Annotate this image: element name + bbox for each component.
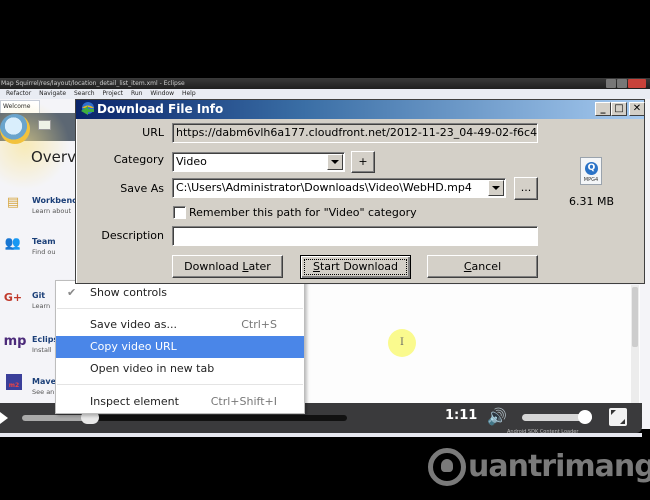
remember-path-label[interactable]: Remember this path for "Video" category [189,206,417,219]
dialog-minimize-button[interactable]: _ [595,102,611,116]
category-dropdown-arrow[interactable] [327,154,343,170]
menu-item-copy-video-url[interactable]: Copy video URL [56,336,304,358]
maven-icon: m2 [6,374,22,390]
welcome-item-team[interactable]: 👥 Team Find ou [0,234,80,274]
welcome-item-desc: Find ou [32,248,56,256]
welcome-item-desc: Learn about [32,207,71,215]
file-type-label: MPG4 [583,177,599,183]
dialog-close-button[interactable]: ✕ [629,102,645,116]
remember-path-checkbox[interactable] [173,206,186,219]
fullscreen-icon[interactable] [609,408,627,426]
menu-item-open-video-new-tab[interactable]: Open video in new tab [56,358,304,380]
screen: Map Squirrel/res/layout/location_detail_… [0,0,650,500]
eclipse-minimize-button[interactable] [606,79,616,88]
dialog-maximize-button[interactable]: □ [611,102,627,116]
checkmark-icon: ✔ [67,286,77,299]
menu-separator [57,308,303,309]
menu-item-label: Save video as... [90,318,178,331]
button-label: ater [248,260,271,273]
marketplace-icon: mp [3,334,27,349]
menu-search[interactable]: Search [74,90,95,97]
file-size: 6.31 MB [569,195,615,208]
menu-window[interactable]: Window [150,90,174,97]
text-cursor-icon: I [400,337,404,348]
menu-item-inspect-element[interactable]: Inspect element Ctrl+Shift+I [56,391,304,413]
menu-item-label: Open video in new tab [90,362,215,375]
dialog-title: Download File Info [97,102,224,116]
eclipse-window-controls [606,79,646,88]
welcome-item-desc: See an [32,388,55,396]
save-as-label: Save As [120,182,164,195]
menu-item-save-video[interactable]: Save video as... Ctrl+S [56,314,304,336]
menu-project[interactable]: Project [102,90,123,97]
lightbulb-logo-icon [428,448,466,486]
button-label: ancel [471,260,502,273]
eclipse-maximize-button[interactable] [617,79,627,88]
cancel-button[interactable]: Cancel [427,255,538,278]
menu-item-label: Show controls [90,286,168,299]
page-scrollbar-thumb[interactable] [632,287,638,347]
category-select[interactable]: Video [172,152,345,172]
eclipse-menu-bar: Refactor Navigate Search Project Run Win… [0,89,650,99]
menu-navigate[interactable]: Navigate [39,90,66,97]
start-download-button[interactable]: Start Download [300,255,411,279]
mpg4-file-icon: Q MPG4 [580,157,602,185]
category-value: Video [176,155,207,168]
eclipse-title-bar: Map Squirrel/res/layout/location_detail_… [0,78,650,89]
menu-item-show-controls[interactable]: ✔ Show controls [56,282,304,304]
eclipse-close-button[interactable] [628,79,646,88]
globe-icon[interactable] [0,114,30,144]
idm-logo-icon [81,102,94,115]
volume-icon[interactable]: 🔊 [487,405,513,429]
overview-title: Overv [31,148,76,166]
watermark: uantrimang [428,448,650,486]
url-field[interactable]: https://dabm6vlh6a177.cloudfront.net/201… [172,123,538,143]
welcome-item-title: Team [32,237,56,246]
focus-ring [304,259,407,275]
menu-help[interactable]: Help [182,90,196,97]
volume-thumb[interactable] [578,410,592,424]
tutorials-icon[interactable] [38,120,51,130]
welcome-item-desc: Install [32,346,52,354]
add-category-button[interactable]: + [351,151,375,173]
current-time: 1:11 [445,408,478,423]
welcome-item-desc: Learn [32,302,51,310]
watermark-text: uantrimang [468,449,650,484]
description-label: Description [101,229,164,242]
context-menu: ✔ Show controls Save video as... Ctrl+S … [55,280,305,414]
browse-button[interactable]: ... [514,177,538,200]
menu-item-shortcut: Ctrl+Shift+I [210,395,277,408]
save-as-field[interactable]: C:\Users\Administrator\Downloads\Video\W… [172,178,506,198]
menu-run[interactable]: Run [131,90,143,97]
welcome-item-title: Git [32,291,46,300]
save-as-dropdown-arrow[interactable] [488,180,504,196]
quicktime-icon: Q [585,162,598,175]
sdk-status-label: Android SDK Content Loader [507,429,579,435]
description-field[interactable] [172,226,538,246]
save-as-value: C:\Users\Administrator\Downloads\Video\W… [176,181,472,194]
team-icon: 👥 [4,236,22,251]
workbench-icon: ▤ [6,195,20,210]
url-label: URL [142,126,164,139]
git-icon: G+ [3,291,23,304]
menu-separator [57,384,303,385]
menu-refactor[interactable]: Refactor [6,90,31,97]
button-label: Download [184,260,243,273]
welcome-item-workbench[interactable]: ▤ Workbench Learn about [0,193,83,233]
download-later-button[interactable]: Download Later [172,255,283,278]
menu-item-shortcut: Ctrl+S [241,318,277,331]
menu-item-label: Copy video URL [90,340,177,353]
category-label: Category [113,153,164,166]
menu-item-label: Inspect element [90,395,179,408]
button-mnemonic: C [463,260,472,273]
play-icon[interactable] [0,412,8,424]
